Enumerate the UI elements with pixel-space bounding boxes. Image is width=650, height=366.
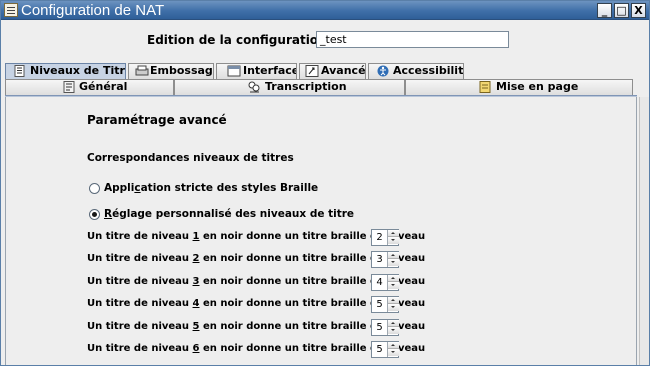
tab-label: Accessibilité [393,64,464,77]
tab-niveaux-de-titres[interactable]: Niveaux de Titres [5,63,126,79]
level-spinner[interactable]: 4 [371,274,399,291]
tab-general[interactable]: Général [5,79,174,95]
spinner-up-icon[interactable] [388,320,399,327]
level-spinner[interactable]: 3 [371,251,399,268]
level-row: Un titre de niveau 2 en noir donne un ti… [87,251,425,268]
level-spinner[interactable]: 2 [371,229,399,246]
radio-label: Application stricte des styles Braille [104,182,319,194]
spinner-value[interactable]: 3 [372,252,387,267]
tab-avance[interactable]: Avancé [299,63,366,79]
tab-label: Mise en page [496,80,579,93]
spinner-buttons [387,275,399,290]
spinner-up-icon[interactable] [388,275,399,282]
maximize-button[interactable]: □ [614,3,629,18]
tab-label: Embossage [150,64,214,77]
advanced-icon [305,65,319,77]
level-spinner[interactable]: 5 [371,296,399,313]
transcription-icon [248,81,260,93]
tab-accessibilite[interactable]: Accessibilité [368,63,464,79]
spinner-buttons [387,342,399,357]
spinner-buttons [387,230,399,245]
config-name-input[interactable]: _test [316,31,509,48]
window-icon [227,65,241,77]
spinner-down-icon[interactable] [388,259,399,266]
radio-button[interactable] [89,209,100,220]
spinner-down-icon[interactable] [388,327,399,334]
tab-interface[interactable]: Interface [216,63,297,79]
spinner-value[interactable]: 5 [372,320,387,335]
spinner-down-icon[interactable] [388,237,399,244]
level-row: Un titre de niveau 5 en noir donne un ti… [87,319,425,336]
level-spinner[interactable]: 5 [371,341,399,358]
spinner-up-icon[interactable] [388,230,399,237]
minimize-button[interactable]: _ [597,3,612,18]
config-window: Configuration de NAT _ □ X Edition de la… [0,0,650,366]
spinner-buttons [387,297,399,312]
tab-label: Général [79,80,128,93]
spinner-buttons [387,252,399,267]
general-icon [63,81,75,93]
radio-button[interactable] [89,183,100,194]
tab-transcription[interactable]: Transcription [174,79,405,95]
radio-label: Réglage personnalisé des niveaux de titr… [104,208,355,220]
title-bar[interactable]: Configuration de NAT _ □ X [1,1,649,20]
spinner-down-icon[interactable] [388,349,399,356]
config-label: Edition de la configuration : [147,33,336,47]
tab-mise-en-page[interactable]: Mise en page [405,79,633,95]
subtitle: Correspondances niveaux de titres [87,152,294,164]
radio-custom-levels[interactable]: Réglage personnalisé des niveaux de titr… [89,208,354,222]
level-row: Un titre de niveau 1 en noir donne un ti… [87,229,425,246]
tab-label: Niveaux de Titres [30,64,125,77]
tab-embossage[interactable]: Embossage [128,63,214,79]
spinner-down-icon[interactable] [388,282,399,289]
document-icon [14,65,25,77]
spinner-down-icon[interactable] [388,304,399,311]
level-row: Un titre de niveau 6 en noir donne un ti… [87,341,425,358]
level-row: Un titre de niveau 4 en noir donne un ti… [87,296,425,313]
spinner-up-icon[interactable] [388,252,399,259]
tab-label: Interface [243,64,297,77]
spinner-up-icon[interactable] [388,297,399,304]
tab-label: Avancé [321,64,366,77]
spinner-up-icon[interactable] [388,342,399,349]
radio-strict-braille[interactable]: Application stricte des styles Braille [89,182,318,196]
embosser-icon [135,65,149,76]
spinner-buttons [387,320,399,335]
spinner-value[interactable]: 4 [372,275,387,290]
layout-icon [479,81,491,93]
section-title: Paramétrage avancé [87,113,227,127]
app-icon [4,3,18,17]
window-title: Configuration de NAT [21,2,165,19]
level-row: Un titre de niveau 3 en noir donne un ti… [87,274,425,291]
accessibility-icon [377,65,389,77]
close-button[interactable]: X [631,3,646,18]
spinner-value[interactable]: 2 [372,230,387,245]
level-spinner[interactable]: 5 [371,319,399,336]
spinner-value[interactable]: 5 [372,297,387,312]
spinner-value[interactable]: 5 [372,342,387,357]
vertical-scrollbar[interactable] [639,97,649,365]
tab-label: Transcription [265,80,347,93]
